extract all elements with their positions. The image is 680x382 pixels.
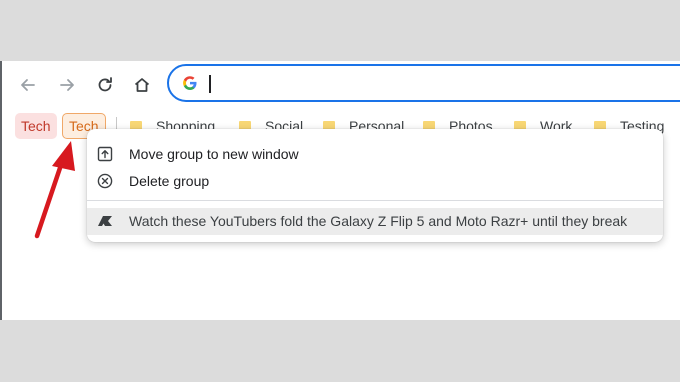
google-icon: [183, 76, 197, 90]
menu-item-label: Delete group: [129, 173, 210, 189]
site-favicon-icon: [97, 213, 113, 229]
home-button[interactable]: [128, 71, 156, 99]
forward-button[interactable]: [53, 71, 81, 99]
move-group-to-new-window-item[interactable]: Move group to new window: [87, 141, 663, 167]
menu-item-label: Move group to new window: [129, 146, 299, 162]
text-cursor: [209, 75, 211, 93]
home-icon: [134, 78, 150, 92]
arrow-left-icon: [21, 79, 35, 91]
menu-separator: [87, 200, 663, 201]
menu-item-label: Watch these YouTubers fold the Galaxy Z …: [129, 213, 628, 229]
delete-group-item[interactable]: Delete group: [87, 168, 663, 194]
open-in-new-window-icon: [97, 146, 113, 162]
arrow-right-icon: [60, 79, 74, 91]
group-tab-item[interactable]: Watch these YouTubers fold the Galaxy Z …: [87, 208, 663, 235]
reload-icon: [98, 77, 112, 92]
reload-button[interactable]: [91, 71, 119, 99]
tab-group-chip-tech-1[interactable]: Tech: [15, 113, 57, 139]
address-bar[interactable]: [167, 64, 680, 102]
close-circle-icon: [97, 173, 113, 189]
back-button[interactable]: [14, 71, 42, 99]
browser-toolbar: [2, 61, 680, 109]
tab-group-context-menu: Move group to new window Delete group Wa…: [87, 129, 663, 242]
